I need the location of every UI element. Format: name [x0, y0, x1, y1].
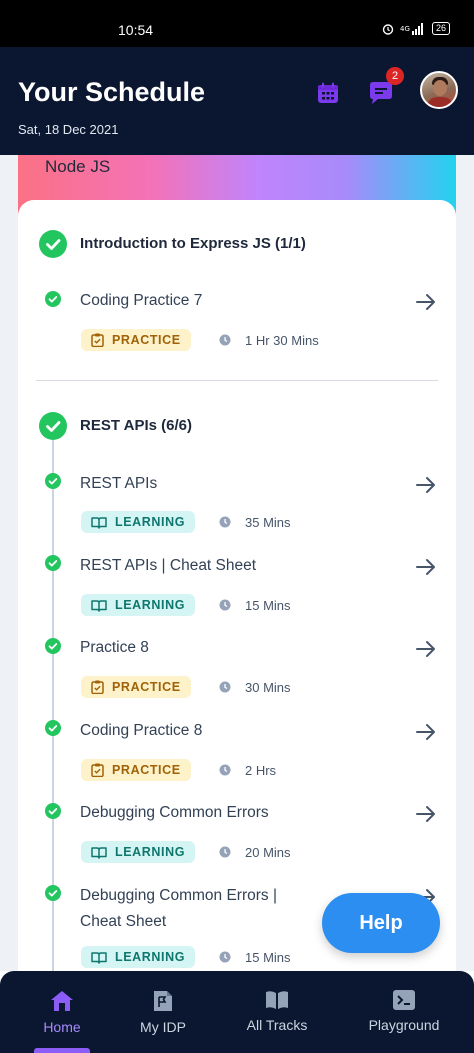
alarm-icon [382, 23, 394, 35]
learning-badge: LEARNING [81, 511, 196, 533]
book-icon [91, 951, 107, 964]
clock-icon [219, 846, 231, 858]
clock-icon [219, 599, 231, 611]
home-icon [51, 991, 73, 1011]
check-icon [45, 473, 61, 489]
schedule-item-title[interactable]: Coding Practice 7 [80, 288, 202, 314]
clock-icon [219, 334, 231, 346]
active-tab-indicator [34, 1048, 90, 1053]
notification-badge: 2 [386, 67, 404, 85]
arrow-right-icon[interactable] [415, 557, 437, 577]
schedule-item-title[interactable]: Debugging Common Errors | Cheat Sheet [80, 883, 277, 935]
app-header: Your Schedule Sat, 18 Dec 2021 2 [0, 47, 474, 155]
clock-icon [219, 681, 231, 693]
practice-badge: PRACTICE [81, 329, 191, 351]
duration: 35 Mins [245, 515, 291, 530]
course-title: Node JS [45, 157, 111, 176]
nav-my-idp[interactable]: My IDP [122, 971, 204, 1053]
arrow-right-icon[interactable] [415, 292, 437, 312]
clock-icon [219, 764, 231, 776]
schedule-item-title[interactable]: REST APIs [80, 471, 157, 497]
clipboard-icon [91, 680, 104, 694]
book-icon [91, 846, 107, 859]
document-flag-icon [154, 991, 172, 1011]
nav-playground[interactable]: Playground [356, 971, 452, 1053]
learning-badge: LEARNING [81, 594, 196, 616]
status-time: 10:54 [118, 22, 154, 38]
schedule-item-title[interactable]: REST APIs | Cheat Sheet [80, 553, 256, 579]
check-circle-icon [39, 230, 67, 258]
arrow-right-icon[interactable] [415, 804, 437, 824]
calendar-icon[interactable] [316, 81, 340, 105]
schedule-date: Sat, 18 Dec 2021 [18, 122, 119, 137]
book-icon [91, 516, 107, 529]
practice-badge: PRACTICE [81, 676, 191, 698]
clock-icon [219, 951, 231, 963]
check-icon [45, 885, 61, 901]
clipboard-icon [91, 333, 104, 347]
check-circle-icon [39, 412, 67, 440]
duration: 15 Mins [245, 950, 291, 965]
clock-icon [219, 516, 231, 528]
check-icon [45, 291, 61, 307]
learning-badge: LEARNING [81, 841, 196, 863]
nav-home[interactable]: Home [22, 971, 102, 1053]
open-book-icon [266, 991, 288, 1009]
bottom-nav: Home My IDP All Tracks Playground [0, 971, 474, 1053]
arrow-right-icon[interactable] [415, 639, 437, 659]
duration: 1 Hr 30 Mins [245, 333, 319, 348]
group-title: REST APIs (6/6) [80, 417, 192, 434]
status-bar: 10:54 4G 26 [0, 0, 474, 47]
arrow-right-icon[interactable] [415, 722, 437, 742]
arrow-right-icon[interactable] [415, 475, 437, 495]
svg-text:4G: 4G [400, 25, 410, 33]
book-icon [91, 599, 107, 612]
terminal-icon [393, 990, 415, 1010]
schedule-item-title[interactable]: Debugging Common Errors [80, 800, 269, 826]
duration: 20 Mins [245, 845, 291, 860]
schedule-content[interactable]: Node JS Introduction to Express JS (1/1)… [0, 155, 474, 971]
avatar[interactable] [420, 71, 458, 109]
check-icon [45, 555, 61, 571]
schedule-card: Introduction to Express JS (1/1) Coding … [18, 200, 456, 971]
check-icon [45, 638, 61, 654]
duration: 30 Mins [245, 680, 291, 695]
discussions-icon[interactable] [368, 81, 394, 105]
schedule-item-title[interactable]: Practice 8 [80, 635, 149, 661]
check-icon [45, 803, 61, 819]
status-icons: 4G 26 [382, 22, 450, 35]
help-button[interactable]: Help [322, 893, 440, 953]
divider [36, 380, 438, 381]
group-title: Introduction to Express JS (1/1) [80, 235, 306, 252]
signal-icon: 4G [400, 22, 423, 35]
nav-all-tracks[interactable]: All Tracks [234, 971, 320, 1053]
duration: 2 Hrs [245, 763, 277, 778]
schedule-item-title[interactable]: Coding Practice 8 [80, 718, 202, 744]
learning-badge: LEARNING [81, 946, 196, 968]
page-title: Your Schedule [18, 77, 206, 107]
practice-badge: PRACTICE [81, 759, 191, 781]
duration: 15 Mins [245, 598, 291, 613]
battery-icon: 26 [431, 22, 450, 35]
clipboard-icon [91, 763, 104, 777]
check-icon [45, 720, 61, 736]
